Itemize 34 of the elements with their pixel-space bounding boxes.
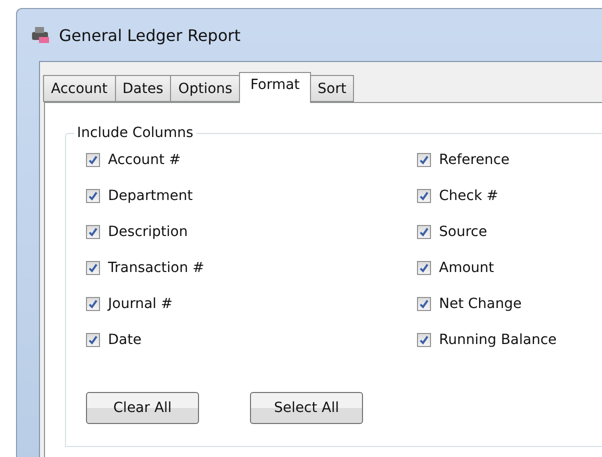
checkbox[interactable] (417, 332, 431, 346)
checkbox[interactable] (86, 188, 100, 202)
tab[interactable]: Options (170, 75, 240, 102)
checkbox-label: Department (108, 188, 193, 204)
checkbox[interactable] (417, 296, 431, 310)
group-title: Include Columns (76, 125, 194, 141)
tab[interactable]: Format (239, 72, 311, 103)
checkbox-label: Date (108, 332, 142, 348)
checkbox[interactable] (86, 260, 100, 274)
checkbox[interactable] (86, 332, 100, 346)
checkbox-label: Transaction # (108, 260, 204, 276)
checkbox-label: Amount (439, 260, 494, 276)
window-title: General Ledger Report (59, 26, 240, 44)
checkbox[interactable] (86, 296, 100, 310)
checkbox-label: Description (108, 224, 188, 240)
select-all-button[interactable]: Select All (250, 392, 363, 424)
tab[interactable]: Sort (310, 75, 354, 102)
checkbox-label: Journal # (108, 296, 173, 312)
checkbox[interactable] (417, 224, 431, 238)
checkbox-label: Reference (439, 152, 510, 168)
tab[interactable]: Dates (114, 75, 172, 102)
checkbox[interactable] (86, 152, 100, 166)
checkbox-label: Source (439, 224, 488, 240)
checkbox-label: Account # (108, 152, 181, 168)
checkbox-label: Running Balance (439, 332, 557, 348)
tab[interactable]: Account (43, 75, 116, 102)
checkbox[interactable] (417, 188, 431, 202)
checkbox-label: Check # (439, 188, 498, 204)
checkbox[interactable] (417, 260, 431, 274)
checkbox-label: Net Change (439, 296, 522, 312)
checkbox[interactable] (86, 224, 100, 238)
clear-all-button[interactable]: Clear All (86, 392, 199, 424)
checkbox[interactable] (417, 152, 431, 166)
printer-icon (29, 25, 51, 45)
